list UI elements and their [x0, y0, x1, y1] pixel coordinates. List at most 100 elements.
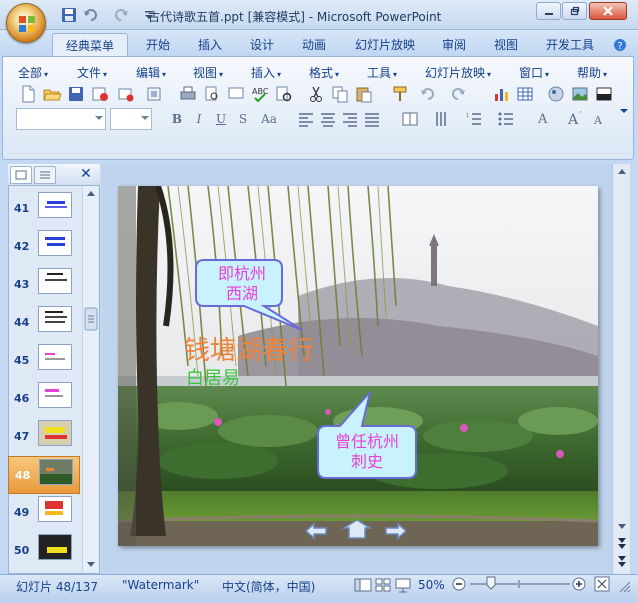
slide-thumbnail[interactable]: 43: [8, 266, 80, 304]
nav-home-icon[interactable]: [342, 518, 372, 540]
tab-animations[interactable]: 动画: [296, 33, 332, 56]
slide-thumbnail[interactable]: 41: [8, 190, 80, 228]
toolbar-overflow-icon[interactable]: [620, 104, 628, 113]
slide-thumbnail[interactable]: 49: [8, 494, 80, 532]
copy-icon[interactable]: [330, 84, 350, 104]
tab-slideshow[interactable]: 幻灯片放映: [350, 33, 420, 56]
undo-icon[interactable]: [418, 84, 438, 104]
permission-icon[interactable]: [90, 84, 110, 104]
insert-chart-icon[interactable]: [492, 84, 512, 104]
tab-outline[interactable]: [34, 166, 56, 184]
cut-icon[interactable]: [306, 84, 326, 104]
zoom-level[interactable]: 50%: [418, 578, 445, 592]
bold-button[interactable]: B: [168, 110, 186, 128]
office-button[interactable]: [6, 3, 46, 43]
font-size-combo[interactable]: [110, 108, 152, 130]
color-grayscale-icon[interactable]: [546, 84, 566, 104]
minimize-button[interactable]: [536, 2, 561, 20]
font-name-combo[interactable]: [16, 108, 106, 130]
slide-thumbnail[interactable]: 50: [8, 532, 80, 570]
bullets-icon[interactable]: [496, 109, 516, 129]
menu-help[interactable]: 帮助 ▾: [577, 64, 607, 81]
change-case-button[interactable]: Aa: [256, 110, 282, 128]
email-icon[interactable]: [116, 84, 136, 104]
align-right-icon[interactable]: [340, 109, 360, 129]
menu-slideshow[interactable]: 幻灯片放映 ▾: [425, 64, 491, 81]
new-document-icon[interactable]: [18, 84, 38, 104]
black-white-icon[interactable]: [594, 84, 614, 104]
menu-file[interactable]: 文件 ▾: [77, 64, 107, 81]
italic-button[interactable]: I: [190, 110, 208, 128]
tab-insert[interactable]: 插入: [192, 33, 228, 56]
research-icon[interactable]: [274, 84, 294, 104]
slide-thumbnail[interactable]: 42: [8, 228, 80, 266]
menu-tools[interactable]: 工具 ▾: [367, 64, 397, 81]
print-icon[interactable]: [178, 84, 198, 104]
spelling-icon[interactable]: ABC: [250, 84, 270, 104]
poem-title[interactable]: 钱塘湖春行: [184, 330, 314, 367]
resize-grip-icon[interactable]: [616, 578, 632, 594]
print-preview-icon[interactable]: [202, 84, 222, 104]
redo-icon[interactable]: [448, 84, 468, 104]
status-language[interactable]: 中文(简体，中国): [222, 578, 315, 595]
tab-review[interactable]: 审阅: [436, 33, 472, 56]
menu-format[interactable]: 格式 ▾: [309, 64, 339, 81]
strikethrough-button[interactable]: S: [234, 110, 252, 128]
nav-previous-icon[interactable]: [304, 522, 328, 540]
normal-view-icon[interactable]: [354, 577, 372, 593]
attachment-icon[interactable]: [144, 84, 164, 104]
numbering-icon[interactable]: 1: [464, 109, 484, 129]
slide-sorter-icon[interactable]: [374, 577, 392, 593]
image-icon[interactable]: [570, 84, 590, 104]
zoom-in-icon[interactable]: [572, 577, 586, 591]
underline-button[interactable]: U: [212, 110, 230, 128]
insert-table-icon[interactable]: [516, 84, 536, 104]
undo-icon[interactable]: [82, 6, 100, 24]
restore-button[interactable]: [562, 2, 587, 20]
align-left-icon[interactable]: [296, 109, 316, 129]
slideshow-icon[interactable]: [394, 577, 412, 593]
tab-developer[interactable]: 开发工具: [540, 33, 600, 56]
nav-next-icon[interactable]: [384, 522, 408, 540]
slide-thumbnail[interactable]: 46: [8, 380, 80, 418]
zoom-slider-track[interactable]: [470, 583, 570, 585]
text-direction-icon[interactable]: [432, 109, 452, 129]
slide-thumbnail-active[interactable]: 48: [8, 456, 80, 494]
open-folder-icon[interactable]: [42, 84, 62, 104]
menu-window[interactable]: 窗口 ▾: [519, 64, 549, 81]
slide-thumbnail[interactable]: 47: [8, 418, 80, 456]
align-center-icon[interactable]: [318, 109, 338, 129]
zoom-slider-thumb[interactable]: [486, 576, 496, 590]
zoom-out-icon[interactable]: [452, 577, 466, 591]
tab-view[interactable]: 视图: [488, 33, 524, 56]
tab-slides[interactable]: [10, 166, 32, 184]
columns-icon[interactable]: [400, 109, 420, 129]
paste-icon[interactable]: [354, 84, 374, 104]
grow-font-icon[interactable]: Aˆ: [566, 109, 586, 129]
menu-view[interactable]: 视图 ▾: [193, 64, 223, 81]
tab-home[interactable]: 开始: [140, 33, 176, 56]
pane-close-button[interactable]: ✕: [80, 166, 92, 182]
shrink-font-icon[interactable]: A: [590, 109, 610, 129]
menu-all[interactable]: 全部 ▾: [18, 64, 48, 81]
poem-author[interactable]: 白居易: [186, 364, 240, 390]
editor-vertical-scrollbar[interactable]: [612, 164, 630, 574]
redo-icon[interactable]: [112, 6, 130, 24]
screen-icon[interactable]: [226, 84, 246, 104]
slides-pane-scrollbar[interactable]: [82, 186, 98, 572]
close-button[interactable]: [589, 2, 627, 20]
save-icon[interactable]: [60, 6, 78, 24]
format-painter-icon[interactable]: [390, 84, 410, 104]
slide-canvas[interactable]: 即杭州 西湖 钱塘湖春行 白居易 曾任杭州 刺史: [118, 186, 598, 546]
font-color-icon[interactable]: A: [534, 109, 554, 129]
justify-icon[interactable]: [362, 109, 382, 129]
slide-thumbnail[interactable]: 45: [8, 342, 80, 380]
tab-design[interactable]: 设计: [244, 33, 280, 56]
menu-insert[interactable]: 插入 ▾: [251, 64, 281, 81]
slide-thumbnail[interactable]: 44: [8, 304, 80, 342]
tab-classic-menu[interactable]: 经典菜单: [52, 33, 128, 56]
fit-to-window-icon[interactable]: [594, 576, 610, 592]
help-icon[interactable]: ?: [612, 38, 628, 52]
save-icon[interactable]: [66, 84, 86, 104]
menu-edit[interactable]: 编辑 ▾: [136, 64, 166, 81]
